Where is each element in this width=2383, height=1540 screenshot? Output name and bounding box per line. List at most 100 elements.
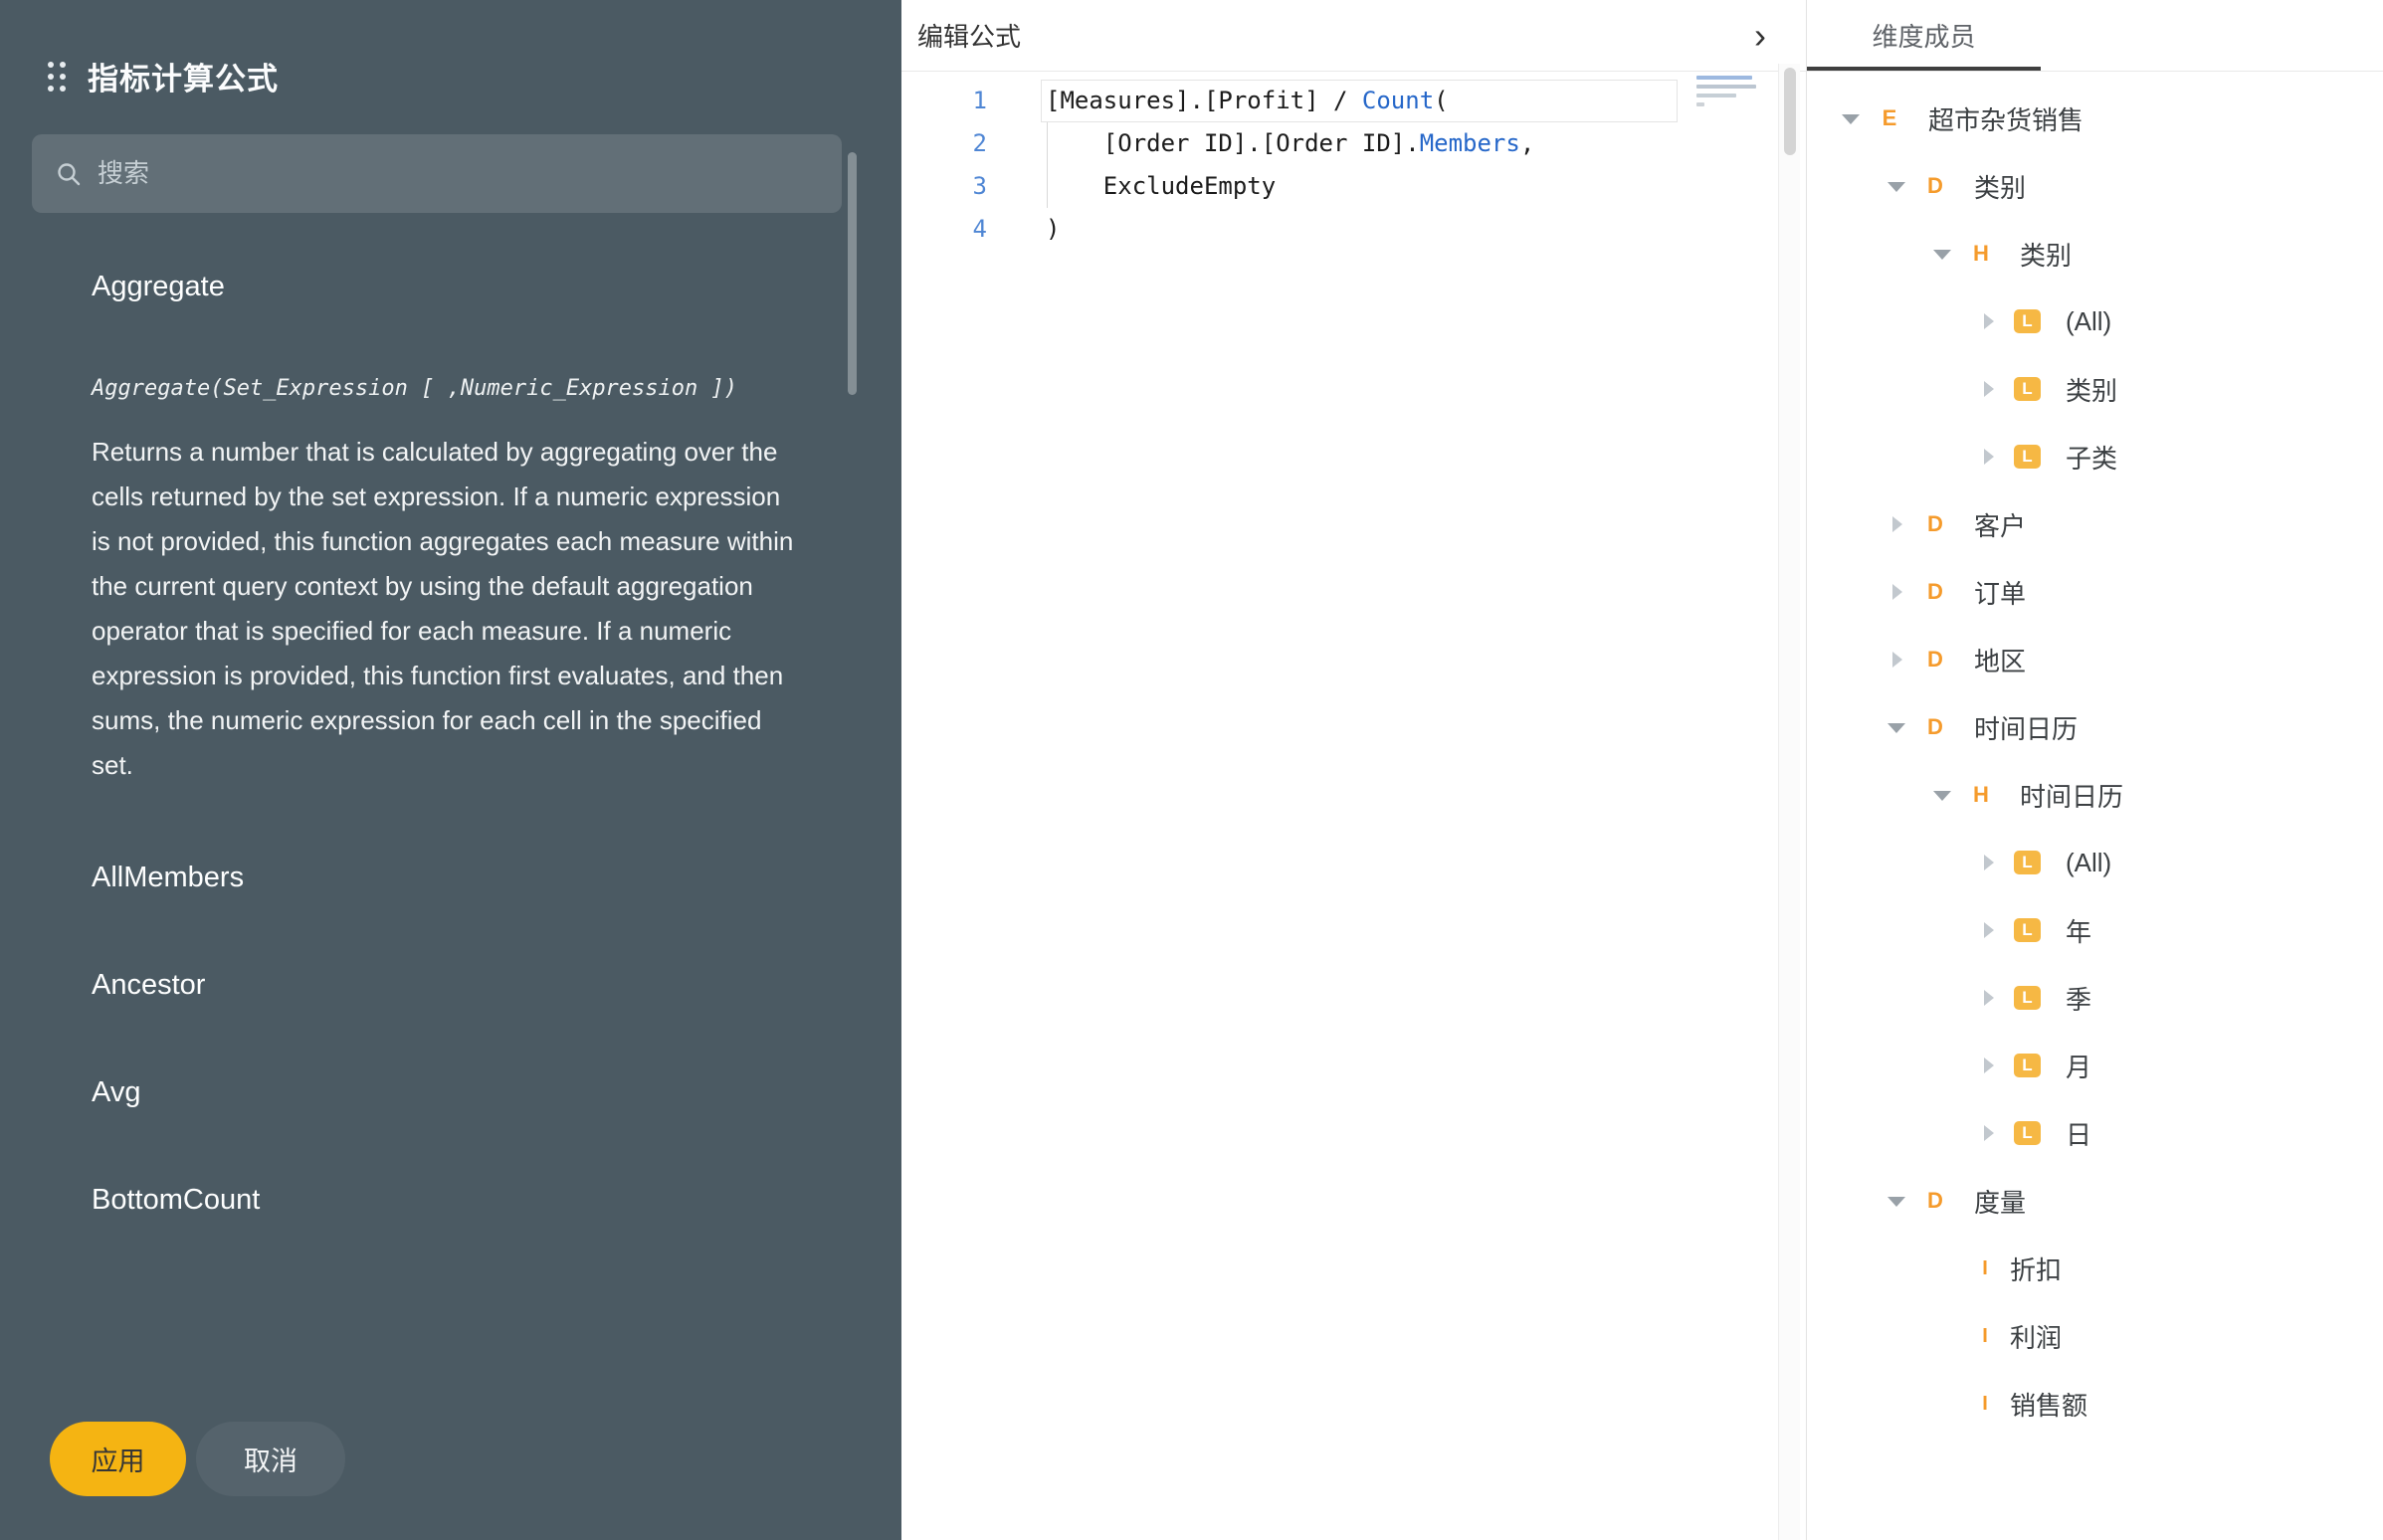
tab-label: 维度成员 bbox=[1872, 17, 1975, 54]
tree-label: (All) bbox=[2066, 306, 2111, 337]
function-item[interactable]: BottomCount bbox=[92, 1182, 812, 1218]
tree-label: 类别 bbox=[1974, 168, 2026, 205]
chevron-right-icon[interactable]: › bbox=[1754, 18, 1766, 54]
caret-right-icon[interactable] bbox=[1978, 379, 1998, 399]
member-type-icon: D bbox=[1920, 647, 1950, 673]
code-line[interactable]: [Order ID].[Order ID].Members, bbox=[1041, 122, 1678, 165]
caret-right-icon[interactable] bbox=[1887, 514, 1906, 534]
editor-title: 编辑公式 bbox=[917, 17, 1021, 54]
code-token: ( bbox=[1434, 87, 1448, 114]
member-type-icon: I bbox=[1978, 1323, 1992, 1349]
search-box[interactable] bbox=[32, 134, 842, 213]
tree-row[interactable]: D 订单 bbox=[1807, 558, 2383, 626]
function-item[interactable]: Ancestor bbox=[92, 967, 812, 1003]
minimap-line bbox=[1696, 102, 1704, 106]
line-number: 3 bbox=[901, 165, 987, 208]
scrollbar-thumb[interactable] bbox=[848, 152, 857, 395]
minimap[interactable] bbox=[1696, 76, 1762, 111]
tree-row[interactable]: D地区 bbox=[1807, 626, 2383, 693]
code-line[interactable]: ExcludeEmpty bbox=[1041, 165, 1678, 208]
formula-functions-panel: 指标计算公式 AggregateAggregate(Set_Expression… bbox=[0, 0, 901, 1540]
tree-label: 年 bbox=[2066, 912, 2091, 949]
function-item[interactable]: AggregateAggregate(Set_Expression [ ,Num… bbox=[92, 269, 812, 788]
caret-right-icon[interactable] bbox=[1978, 853, 1998, 872]
tree-label: 订单 bbox=[1974, 574, 2026, 611]
caret-right-icon[interactable] bbox=[1978, 1056, 1998, 1075]
tree-row[interactable]: H时间日历 bbox=[1807, 761, 2383, 829]
editor-scrollbar-thumb[interactable] bbox=[1784, 68, 1796, 155]
member-type-icon: H bbox=[1966, 241, 1996, 267]
editor-scrollbar[interactable] bbox=[1778, 64, 1800, 1540]
tree-label: 折扣 bbox=[2010, 1251, 2062, 1287]
tree-label: 季 bbox=[2066, 980, 2091, 1017]
function-name[interactable]: Ancestor bbox=[92, 967, 812, 1003]
member-type-icon: D bbox=[1920, 1188, 1950, 1214]
code-token: Members bbox=[1420, 129, 1520, 157]
code-line[interactable]: [Measures].[Profit] / Count( bbox=[1041, 80, 1678, 122]
function-name[interactable]: Avg bbox=[92, 1074, 812, 1110]
members-header: 维度成员 bbox=[1807, 0, 2383, 72]
tree-row[interactable]: I销售额 bbox=[1807, 1370, 2383, 1438]
member-type-icon: E bbox=[1875, 105, 1904, 131]
member-type-icon: D bbox=[1920, 579, 1950, 605]
tree-row[interactable]: D度量 bbox=[1807, 1167, 2383, 1235]
member-type-icon: L bbox=[2014, 986, 2041, 1010]
caret-right-icon[interactable] bbox=[1978, 311, 1998, 331]
caret-right-icon[interactable] bbox=[1978, 920, 1998, 940]
tree-row[interactable]: L子类 bbox=[1807, 423, 2383, 490]
code-token: [Order ID].[Order ID]. bbox=[1046, 129, 1420, 157]
tab-dimension-members[interactable]: 维度成员 bbox=[1807, 0, 2041, 71]
tree-row[interactable]: E 超市杂货销售 bbox=[1807, 85, 2383, 152]
tree-row[interactable]: I利润 bbox=[1807, 1302, 2383, 1370]
tree-row[interactable]: L年 bbox=[1807, 896, 2383, 964]
member-tree: E超市杂货销售D类别H类别L(All)L类别L子类D客户D订单D地区D时间日历H… bbox=[1807, 72, 2383, 1438]
tree-row[interactable]: I折扣 bbox=[1807, 1235, 2383, 1302]
caret-down-icon[interactable] bbox=[1932, 785, 1952, 805]
caret-right-icon[interactable] bbox=[1978, 1123, 1998, 1143]
caret-right-icon[interactable] bbox=[1887, 650, 1906, 670]
search-input[interactable] bbox=[98, 158, 818, 189]
caret-right-icon[interactable] bbox=[1978, 447, 1998, 467]
caret-down-icon[interactable] bbox=[1887, 717, 1906, 737]
code-token: Count bbox=[1362, 87, 1434, 114]
caret-down-icon[interactable] bbox=[1887, 176, 1906, 196]
member-type-icon: D bbox=[1920, 511, 1950, 537]
minimap-line bbox=[1696, 76, 1752, 80]
member-type-icon: D bbox=[1920, 714, 1950, 740]
caret-down-icon[interactable] bbox=[1841, 108, 1861, 128]
caret-down-icon[interactable] bbox=[1932, 244, 1952, 264]
caret-down-icon[interactable] bbox=[1887, 1191, 1906, 1211]
cancel-button[interactable]: 取消 bbox=[196, 1422, 345, 1496]
member-type-icon: L bbox=[2014, 1121, 2041, 1145]
function-item[interactable]: Avg bbox=[92, 1074, 812, 1110]
function-item[interactable]: AllMembers bbox=[92, 860, 812, 895]
minimap-line bbox=[1696, 94, 1736, 97]
caret-right-icon[interactable] bbox=[1978, 988, 1998, 1008]
caret-right-icon[interactable] bbox=[1887, 582, 1906, 602]
apply-button[interactable]: 应用 bbox=[50, 1422, 186, 1496]
tree-row[interactable]: H 类别 bbox=[1807, 220, 2383, 288]
tree-label: 类别 bbox=[2020, 236, 2072, 273]
code-lines[interactable]: [Measures].[Profit] / Count( [Order ID].… bbox=[1041, 80, 1678, 1540]
tree-row[interactable]: D时间日历 bbox=[1807, 693, 2383, 761]
code-token: ) bbox=[1046, 215, 1060, 243]
code-line[interactable]: ) bbox=[1041, 208, 1678, 251]
tree-row[interactable]: D 客户 bbox=[1807, 490, 2383, 558]
function-name[interactable]: Aggregate bbox=[92, 269, 812, 304]
function-name[interactable]: AllMembers bbox=[92, 860, 812, 895]
tree-label: 客户 bbox=[1974, 506, 2026, 543]
tree-label: 类别 bbox=[2066, 371, 2117, 408]
member-type-icon: L bbox=[2014, 377, 2041, 401]
member-type-icon: L bbox=[2014, 851, 2041, 874]
code-editor[interactable]: 1234 [Measures].[Profit] / Count( [Order… bbox=[901, 72, 1806, 1540]
tree-row[interactable]: L日 bbox=[1807, 1099, 2383, 1167]
drag-handle-icon bbox=[48, 62, 66, 92]
tree-row[interactable]: D类别 bbox=[1807, 152, 2383, 220]
tree-row[interactable]: L 类别 bbox=[1807, 355, 2383, 423]
tree-row[interactable]: L(All) bbox=[1807, 829, 2383, 896]
tree-row[interactable]: L月 bbox=[1807, 1032, 2383, 1099]
tree-row[interactable]: L(All) bbox=[1807, 288, 2383, 355]
tree-row[interactable]: L季 bbox=[1807, 964, 2383, 1032]
tree-label: 超市杂货销售 bbox=[1928, 100, 2084, 137]
function-name[interactable]: BottomCount bbox=[92, 1182, 812, 1218]
